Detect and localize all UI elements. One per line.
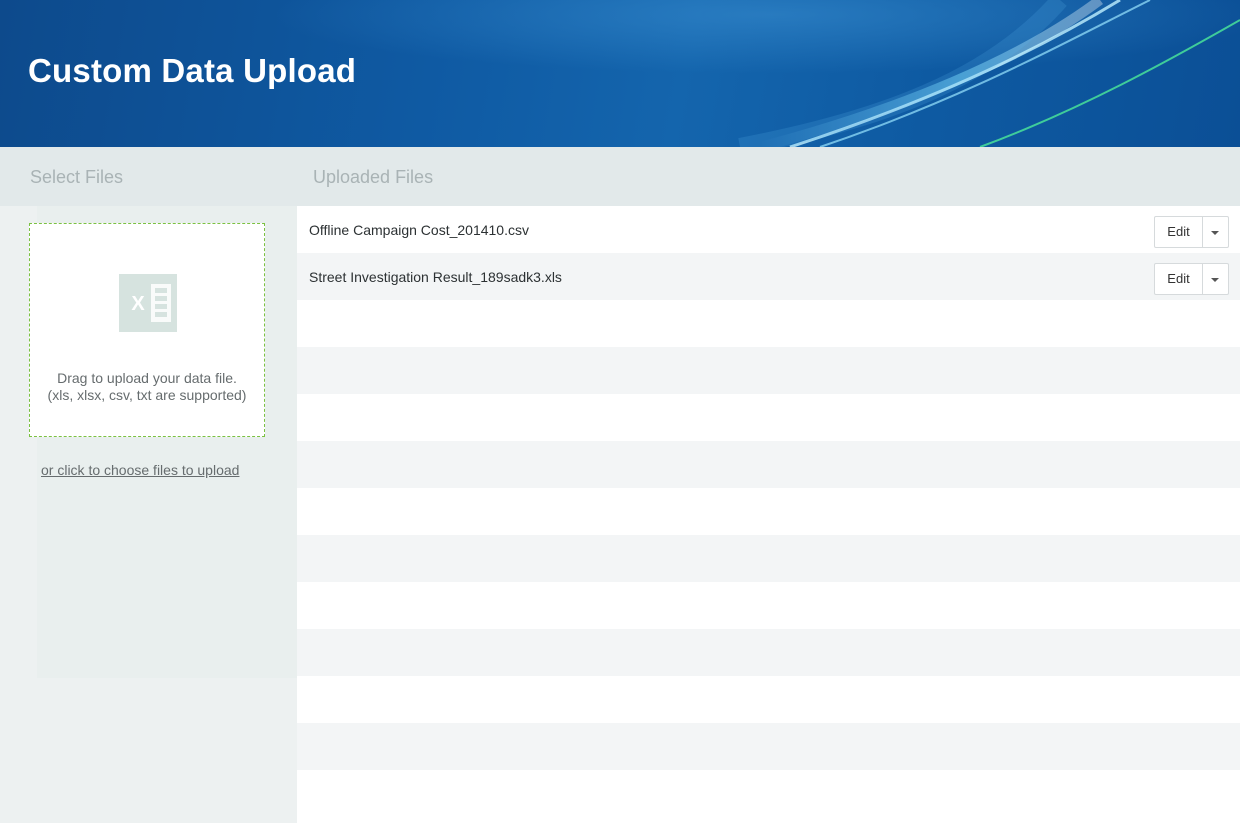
- edit-button[interactable]: Edit: [1155, 217, 1203, 247]
- empty-row: [297, 770, 1240, 817]
- uploaded-files-list: Offline Campaign Cost_201410.csv Edit St…: [297, 206, 1240, 817]
- dropzone-line-1: Drag to upload your data file.: [57, 370, 237, 386]
- select-files-heading: Select Files: [0, 147, 297, 206]
- file-name: Street Investigation Result_189sadk3.xls: [309, 269, 562, 285]
- edit-button-group: Edit: [1154, 216, 1229, 248]
- empty-row: [297, 535, 1240, 582]
- choose-files-link[interactable]: or click to choose files to upload: [41, 462, 239, 478]
- file-row: Offline Campaign Cost_201410.csv Edit: [297, 206, 1240, 253]
- empty-row: [297, 629, 1240, 676]
- empty-row: [297, 394, 1240, 441]
- edit-button-group: Edit: [1154, 263, 1229, 295]
- edit-dropdown-toggle[interactable]: [1203, 217, 1228, 247]
- select-files-panel: Select Files X Drag to upload your data …: [0, 147, 297, 823]
- empty-row: [297, 723, 1240, 770]
- file-name: Offline Campaign Cost_201410.csv: [309, 222, 529, 238]
- app-header: Custom Data Upload: [0, 0, 1240, 147]
- uploaded-files-heading: Uploaded Files: [297, 147, 1240, 206]
- page-title: Custom Data Upload: [28, 52, 357, 89]
- dropzone-instructions: Drag to upload your data file. (xls, xls…: [30, 370, 264, 404]
- svg-text:X: X: [131, 293, 145, 315]
- empty-row: [297, 300, 1240, 347]
- empty-row: [297, 488, 1240, 535]
- file-dropzone[interactable]: X Drag to upload your data file. (xls, x…: [29, 223, 265, 437]
- empty-row: [297, 676, 1240, 723]
- dropzone-line-2: (xls, xlsx, csv, txt are supported): [47, 387, 247, 403]
- empty-row: [297, 441, 1240, 488]
- empty-row: [297, 347, 1240, 394]
- file-row: Street Investigation Result_189sadk3.xls…: [297, 253, 1240, 300]
- excel-file-icon: X: [119, 274, 177, 332]
- edit-button[interactable]: Edit: [1155, 264, 1203, 294]
- edit-dropdown-toggle[interactable]: [1203, 264, 1228, 294]
- uploaded-files-panel: Uploaded Files Offline Campaign Cost_201…: [297, 147, 1240, 823]
- empty-row: [297, 582, 1240, 629]
